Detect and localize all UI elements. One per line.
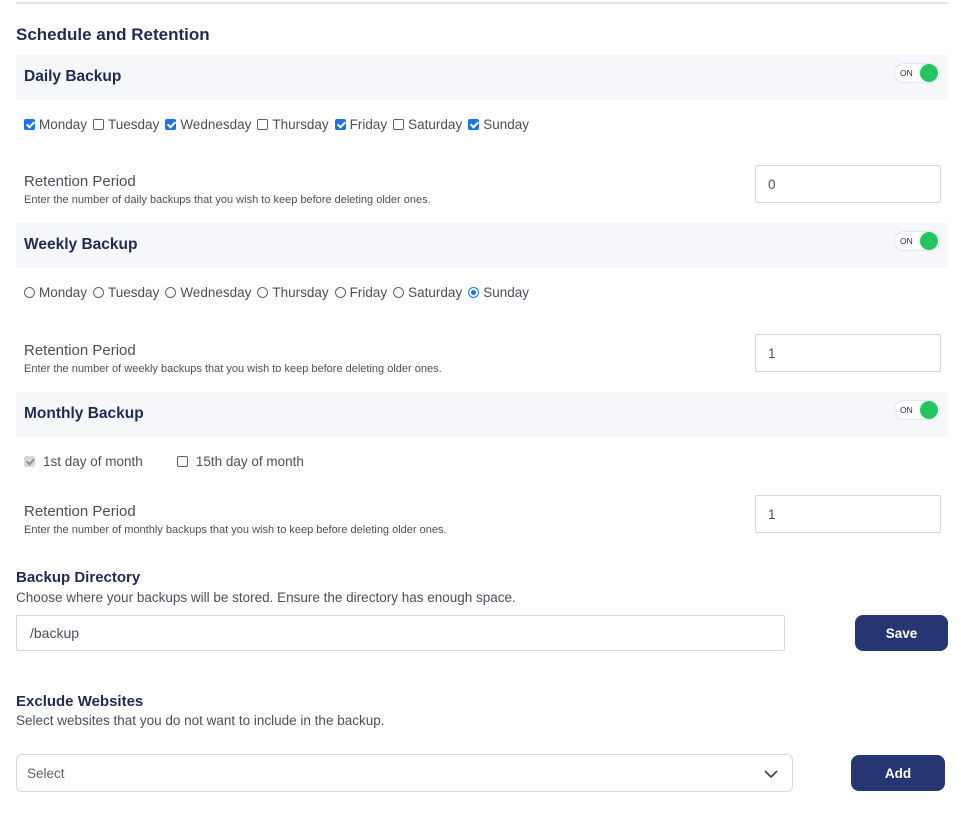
weekly-day-option[interactable]: Thursday (257, 285, 329, 300)
weekly-day-option[interactable]: Sunday (468, 285, 529, 300)
weekly-day-option[interactable]: Wednesday (165, 285, 251, 300)
section-title: Schedule and Retention (16, 25, 210, 44)
daily-retention-input[interactable] (755, 165, 941, 203)
exclude-websites-select[interactable]: Select (16, 754, 793, 792)
weekly-day-option[interactable]: Friday (334, 285, 387, 300)
daily-backup-title: Daily Backup (24, 68, 122, 85)
backup-directory-input[interactable] (16, 615, 785, 651)
save-button[interactable]: Save (855, 615, 948, 651)
toggle-knob (920, 401, 938, 419)
daily-day-option[interactable]: Friday (334, 117, 387, 132)
checkbox[interactable] (334, 118, 346, 130)
monthly-retention-help: Enter the number of monthly backups that… (24, 524, 447, 536)
daily-retention-help: Enter the number of daily backups that y… (24, 194, 431, 206)
weekly-retention-label: Retention Period (24, 342, 136, 359)
chevron-down-icon (764, 770, 778, 779)
monthly-backup-title: Monthly Backup (24, 405, 144, 422)
toggle-state-label: ON (900, 68, 913, 78)
backup-directory-title: Backup Directory (16, 569, 141, 586)
weekly-days-group: Monday Tuesday Wednesday Thursday Friday… (24, 282, 535, 302)
weekly-retention-input[interactable] (755, 334, 941, 372)
toggle-knob (920, 64, 938, 82)
select-placeholder: Select (27, 766, 65, 781)
monthly-backup-header: Monthly Backup ON (16, 392, 948, 437)
daily-day-option[interactable]: Tuesday (93, 117, 159, 132)
backup-directory-help: Choose where your backups will be stored… (16, 590, 516, 605)
toggle-knob (920, 232, 938, 250)
daily-backup-header: Daily Backup ON (16, 55, 948, 100)
monthly-backup-toggle[interactable]: ON (894, 400, 940, 420)
daily-day-option[interactable]: Wednesday (165, 117, 251, 132)
weekly-backup-header: Weekly Backup ON (16, 223, 948, 268)
exclude-websites-help: Select websites that you do not want to … (16, 713, 385, 728)
daily-days-group: Monday Tuesday Wednesday Thursday Friday… (24, 114, 535, 134)
checkbox[interactable] (257, 118, 269, 130)
weekly-backup-title: Weekly Backup (24, 236, 138, 253)
checkbox[interactable] (393, 118, 405, 130)
checkbox[interactable] (165, 118, 177, 130)
monthly-day-option[interactable]: 15th day of month (176, 454, 304, 469)
toggle-state-label: ON (900, 236, 913, 246)
daily-day-option[interactable]: Sunday (468, 117, 529, 132)
monthly-day-option: 1st day of month (24, 454, 143, 469)
checkbox[interactable] (93, 118, 105, 130)
top-divider (16, 2, 948, 4)
radio[interactable] (93, 286, 105, 298)
weekly-day-option[interactable]: Monday (24, 285, 87, 300)
daily-day-option[interactable]: Saturday (393, 117, 462, 132)
radio[interactable] (468, 286, 480, 298)
weekly-day-option[interactable]: Saturday (393, 285, 462, 300)
weekly-backup-toggle[interactable]: ON (894, 231, 940, 251)
add-button[interactable]: Add (851, 755, 945, 791)
monthly-days-group: 1st day of month 15th day of month (24, 451, 310, 471)
radio[interactable] (393, 286, 405, 298)
radio[interactable] (24, 286, 35, 298)
toggle-state-label: ON (900, 405, 913, 415)
radio[interactable] (257, 286, 269, 298)
monthly-retention-label: Retention Period (24, 503, 136, 520)
checkbox[interactable] (176, 455, 188, 467)
daily-backup-toggle[interactable]: ON (894, 63, 940, 83)
checkbox[interactable] (468, 118, 480, 130)
radio[interactable] (165, 286, 177, 298)
daily-retention-label: Retention Period (24, 173, 136, 190)
daily-day-option[interactable]: Monday (24, 117, 87, 132)
checkbox-disabled (24, 455, 35, 467)
radio[interactable] (334, 286, 346, 298)
weekly-day-option[interactable]: Tuesday (93, 285, 159, 300)
checkbox[interactable] (24, 118, 35, 130)
weekly-retention-help: Enter the number of weekly backups that … (24, 363, 442, 375)
exclude-websites-title: Exclude Websites (16, 693, 144, 710)
daily-day-option[interactable]: Thursday (257, 117, 329, 132)
monthly-retention-input[interactable] (755, 495, 941, 533)
